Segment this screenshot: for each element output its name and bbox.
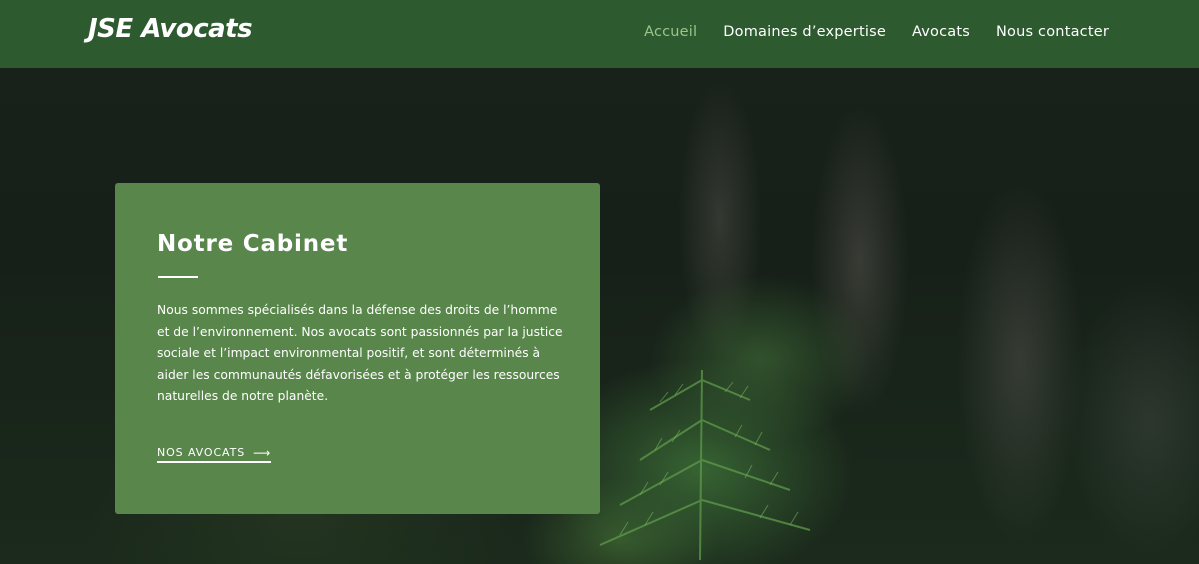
nos-avocats-label: NOS AVOCATS: [157, 446, 246, 459]
about-card: Notre Cabinet Nous sommes spécialisés da…: [115, 183, 600, 514]
page: JSE Avocats Accueil Domaines d’expertise…: [0, 0, 1199, 564]
nos-avocats-link[interactable]: NOS AVOCATS ⟶: [157, 445, 272, 463]
main-nav: Accueil Domaines d’expertise Avocats Nou…: [644, 24, 1109, 40]
nav-link-domaines[interactable]: Domaines d’expertise: [723, 24, 886, 40]
nav-link-avocats[interactable]: Avocats: [912, 24, 970, 40]
title-underline: [158, 276, 198, 278]
nav-link-contact[interactable]: Nous contacter: [996, 24, 1109, 40]
arrow-right-icon: ⟶: [253, 445, 272, 460]
nav-link-accueil[interactable]: Accueil: [644, 24, 697, 40]
card-title: Notre Cabinet: [157, 231, 349, 257]
card-description: Nous sommes spécialisés dans la défense …: [157, 303, 563, 403]
site-logo[interactable]: JSE Avocats: [88, 14, 253, 44]
navbar: JSE Avocats Accueil Domaines d’expertise…: [0, 0, 1199, 68]
